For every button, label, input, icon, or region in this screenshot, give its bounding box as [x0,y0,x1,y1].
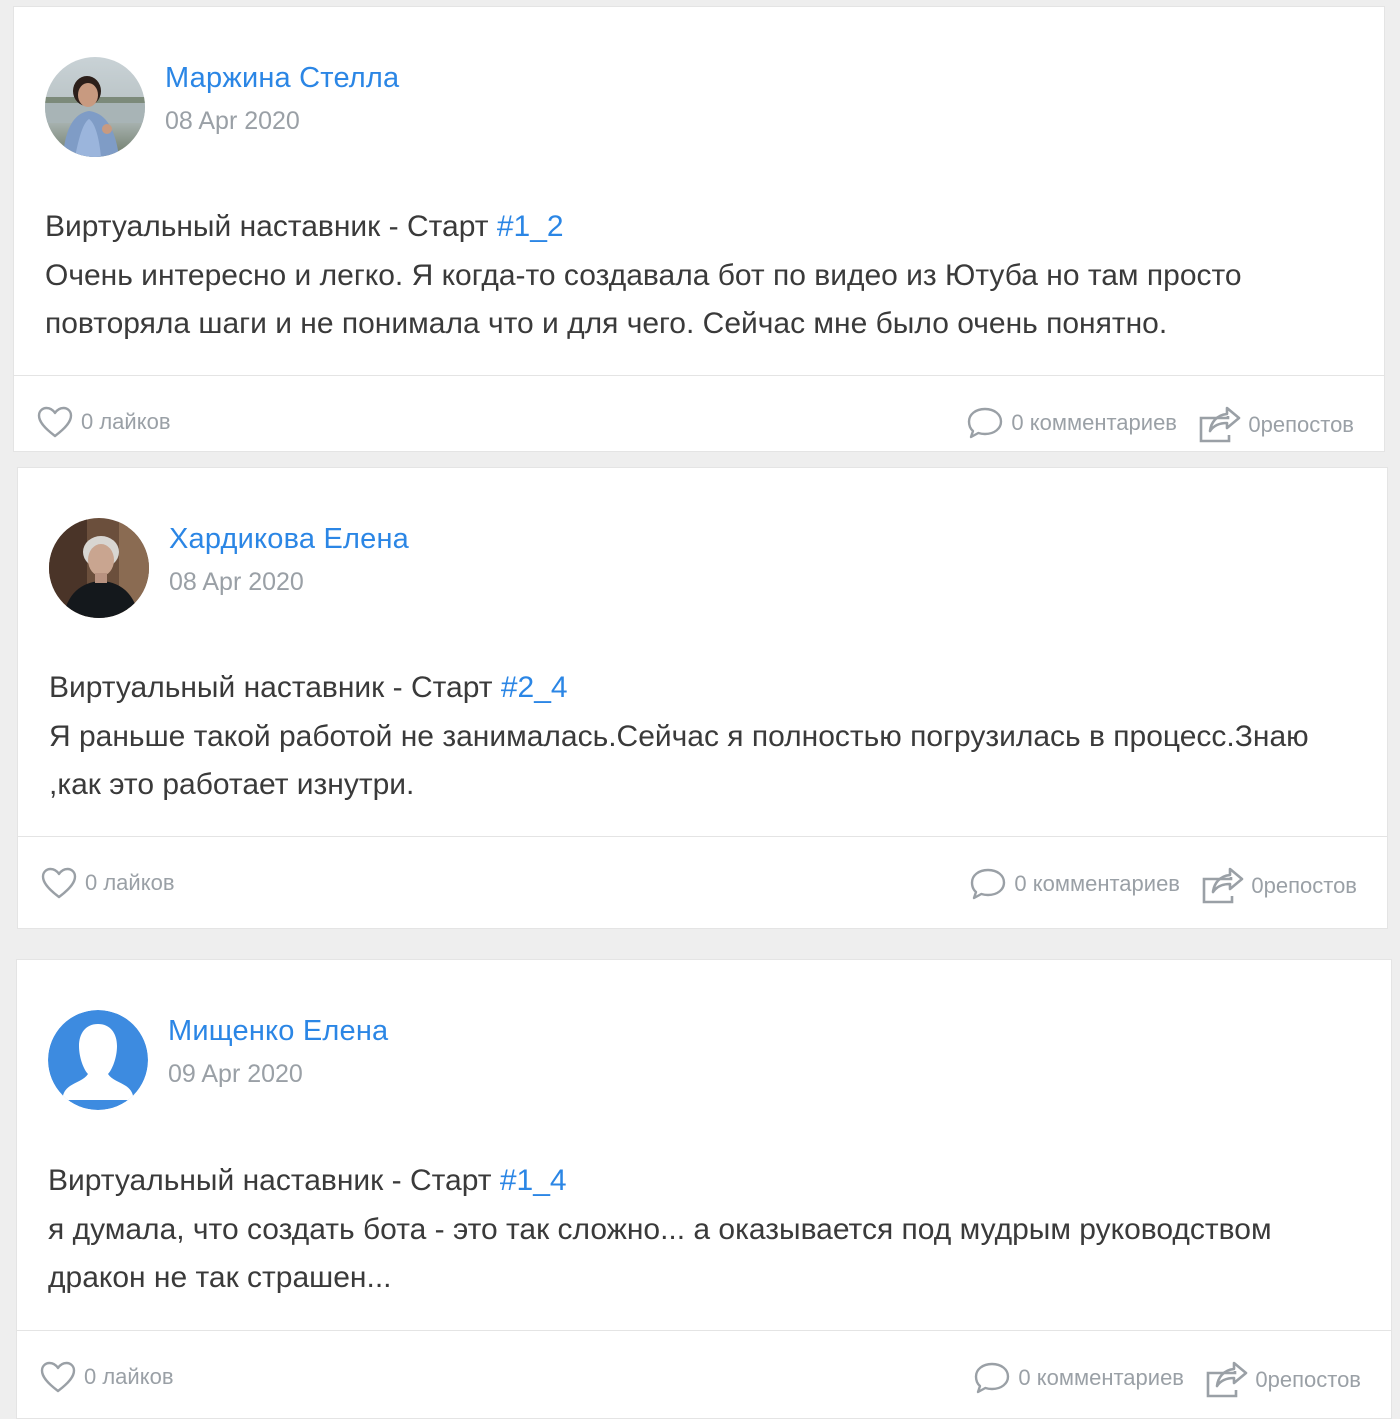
post-body: я думала, что создать бота - это так сло… [48,1212,1272,1295]
avatar[interactable] [49,518,149,618]
hashtag-link[interactable]: #1_2 [497,210,564,243]
hashtag-link[interactable]: #1_4 [500,1164,567,1197]
avatar-photo [49,518,149,618]
share-icon [1200,406,1241,443]
speech-bubble-icon [975,1362,1010,1394]
post-card: Мищенко Елена 09 Apr 2020 Виртуальный на… [16,959,1392,1419]
likes-count: 0 лайков [85,870,175,895]
repost-button[interactable]: 0репостов [1198,406,1354,444]
heart-icon [41,867,77,899]
like-button[interactable]: 0 лайков [40,1361,174,1393]
heart-icon [37,406,73,438]
avatar[interactable] [48,1010,148,1110]
repost-button[interactable]: 0репостов [1201,867,1357,905]
author-name[interactable]: Маржина Стелла [165,62,399,95]
avatar-photo [45,57,145,157]
post-card: Хардикова Елена 08 Apr 2020 Виртуальный … [17,467,1388,929]
comments-count: 0 комментариев [1014,871,1180,896]
like-button[interactable]: 0 лайков [41,867,175,899]
post-card: Маржина Стелла 08 Apr 2020 Виртуальный н… [13,6,1385,452]
likes-count: 0 лайков [84,1364,174,1389]
post-date: 08 Apr 2020 [169,568,304,596]
post-footer: 0 лайков 0 комментариев 0репостов [18,836,1387,917]
post-date: 08 Apr 2020 [165,107,300,135]
post-text: Виртуальный наставник - Старт #1_2 Очень… [45,203,1355,349]
share-icon [1207,1361,1248,1398]
heart-icon [40,1361,76,1393]
comments-button[interactable]: 0 комментариев [966,406,1177,440]
hashtag-link[interactable]: #2_4 [501,671,568,704]
avatar[interactable] [45,57,145,157]
post-text: Виртуальный наставник - Старт #1_4 я дум… [48,1157,1358,1303]
post-body: Очень интересно и легко. Я когда-то созд… [45,258,1242,341]
speech-bubble-icon [968,407,1003,439]
comments-count: 0 комментариев [1018,1365,1184,1390]
post-body: Я раньше такой работой не занималась.Сей… [49,719,1309,802]
post-title-prefix: Виртуальный наставник - Старт [45,210,497,243]
author-name[interactable]: Мищенко Елена [168,1015,388,1048]
reposts-count: 0репостов [1251,873,1357,898]
post-text: Виртуальный наставник - Старт #2_4 Я ран… [49,664,1359,810]
author-name[interactable]: Хардикова Елена [169,523,409,556]
post-title-prefix: Виртуальный наставник - Старт [48,1164,500,1197]
share-icon [1203,867,1244,904]
reposts-count: 0репостов [1248,412,1354,437]
speech-bubble-icon [971,868,1006,900]
comments-button[interactable]: 0 комментариев [973,1361,1184,1395]
default-user-icon [48,1010,148,1110]
reposts-count: 0репостов [1255,1367,1361,1392]
post-footer: 0 лайков 0 комментариев 0репостов [17,1330,1391,1411]
post-date: 09 Apr 2020 [168,1060,303,1088]
comments-count: 0 комментариев [1011,410,1177,435]
repost-button[interactable]: 0репостов [1205,1361,1361,1399]
like-button[interactable]: 0 лайков [37,406,171,438]
post-title-prefix: Виртуальный наставник - Старт [49,671,501,704]
comments-button[interactable]: 0 комментариев [969,867,1180,901]
likes-count: 0 лайков [81,409,171,434]
post-footer: 0 лайков 0 комментариев 0репостов [14,375,1384,456]
